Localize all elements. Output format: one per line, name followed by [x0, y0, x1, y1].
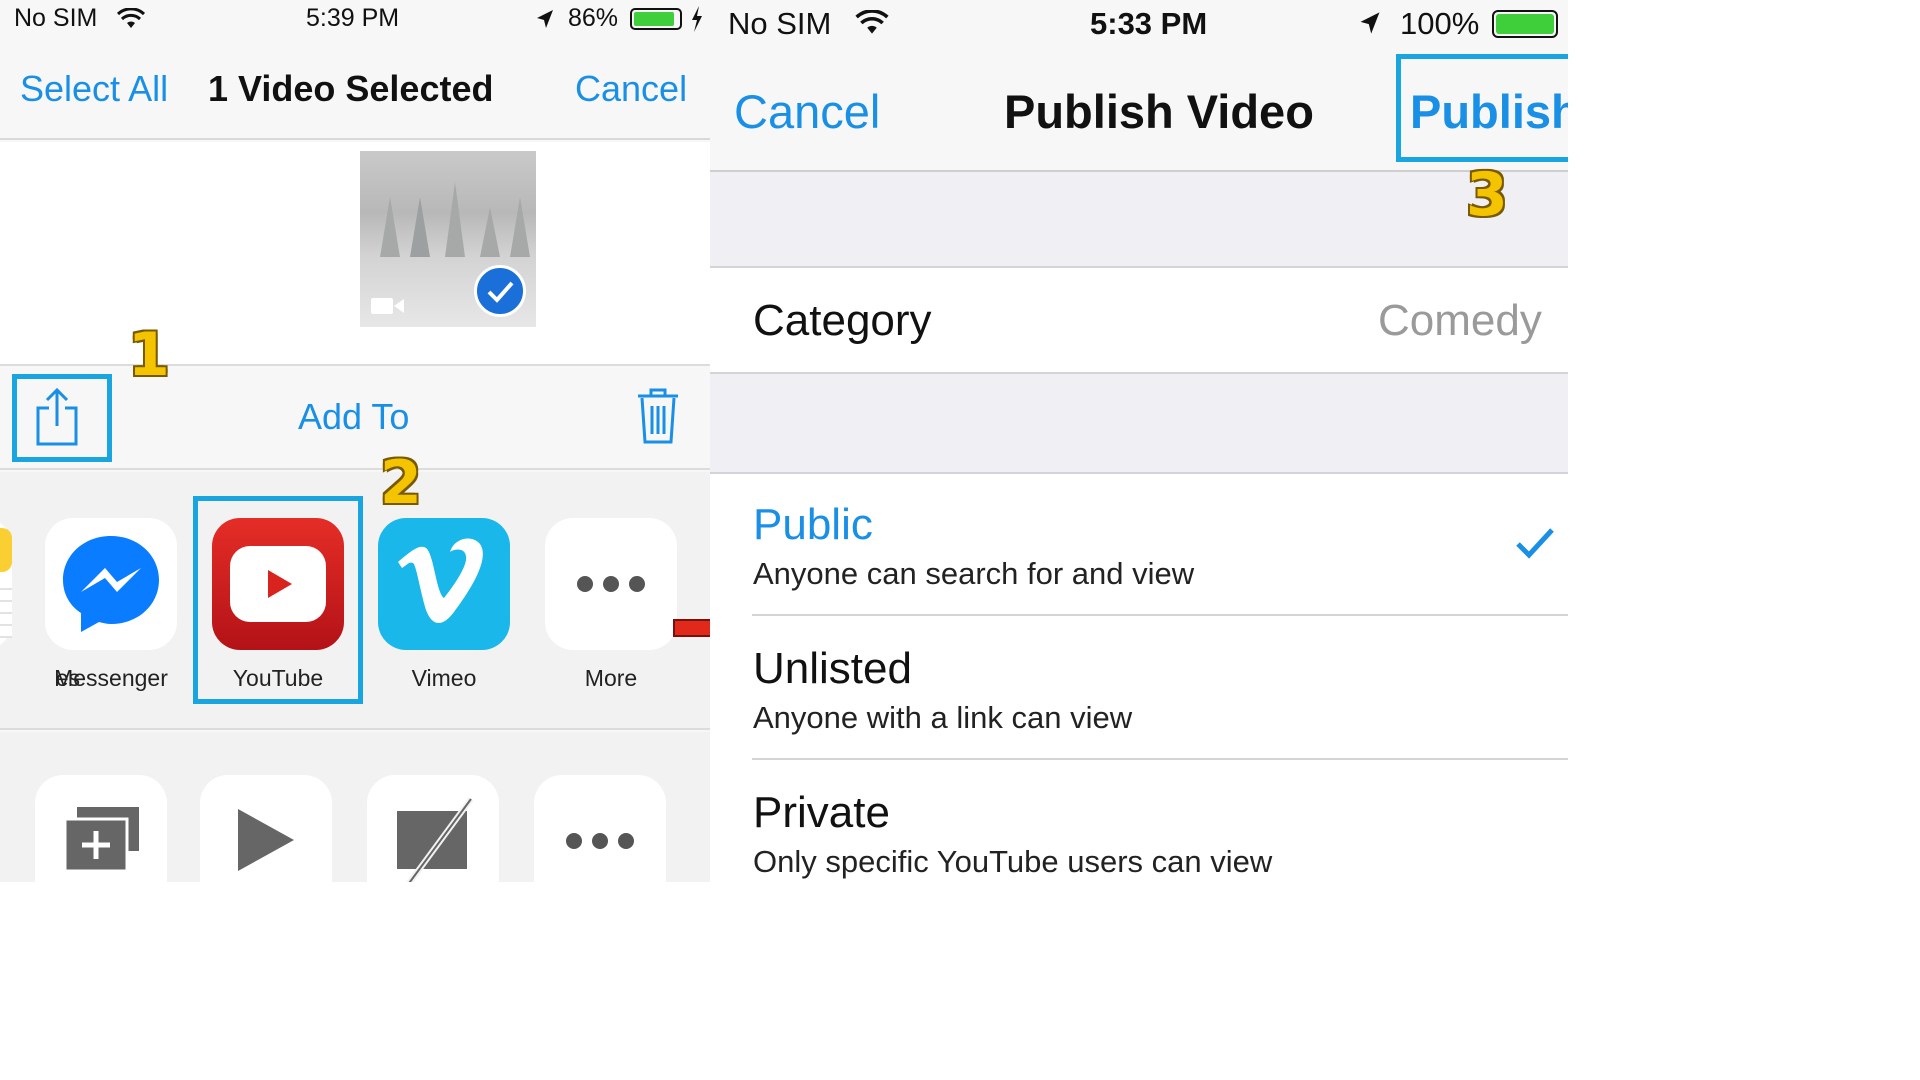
carrier-label: No SIM — [14, 4, 98, 32]
option-title: Unlisted — [753, 644, 912, 693]
action-more[interactable] — [534, 775, 666, 882]
status-bar: No SIM 5:39 PM 86% — [0, 0, 710, 40]
location-arrow-icon — [1360, 12, 1380, 34]
carrier-label: No SIM — [728, 6, 832, 41]
clock: 5:33 PM — [1090, 6, 1208, 41]
action-add-to-album[interactable] — [35, 775, 167, 882]
action-slideshow[interactable] — [200, 775, 332, 882]
page-title: 1 Video Selected — [208, 68, 494, 109]
video-camera-icon — [371, 298, 404, 314]
battery-icon — [630, 8, 682, 30]
category-value: Comedy — [1378, 296, 1542, 345]
share-app-vimeo[interactable] — [378, 518, 510, 650]
privacy-option-public[interactable]: Public Anyone can search for and view — [710, 474, 1568, 614]
share-app-more[interactable] — [545, 518, 677, 650]
navigation-bar: Select All 1 Video Selected Cancel — [0, 40, 710, 140]
add-to-button[interactable]: Add To — [298, 396, 409, 438]
publish-highlight-box — [1396, 54, 1568, 162]
category-label: Category — [753, 296, 932, 345]
category-row[interactable]: Category Comedy — [710, 266, 1568, 374]
more-icon — [566, 833, 634, 849]
option-title: Public — [753, 500, 873, 549]
photo-grid — [0, 142, 710, 364]
share-app-messenger[interactable] — [45, 518, 177, 650]
share-app-label: More — [584, 665, 638, 691]
action-airplay[interactable] — [367, 775, 499, 882]
cancel-button[interactable]: Cancel — [575, 68, 687, 110]
privacy-option-unlisted[interactable]: Unlisted Anyone with a link can view — [710, 616, 1568, 758]
messenger-icon — [63, 536, 159, 632]
play-icon — [238, 809, 294, 871]
battery-percent: 100% — [1400, 6, 1480, 41]
privacy-option-private[interactable]: Private Only specific YouTube users can … — [710, 760, 1568, 882]
step-1-label: 1 — [128, 320, 170, 390]
more-icon — [577, 576, 645, 592]
checkmark-icon — [1516, 528, 1554, 559]
airplay-off-icon — [397, 797, 474, 882]
location-arrow-icon — [537, 10, 553, 28]
clock: 5:39 PM — [306, 4, 400, 32]
trash-icon[interactable] — [636, 386, 680, 446]
charging-bolt-icon — [692, 6, 702, 32]
option-subtitle: Only specific YouTube users can view — [753, 844, 1273, 879]
share-app-notes[interactable] — [0, 518, 12, 650]
left-phone-screen: No SIM 5:39 PM 86% Select All 1 Video Se… — [0, 0, 710, 882]
wifi-icon — [116, 8, 146, 28]
step-2-label: 2 — [380, 448, 422, 518]
page-title: Publish Video — [1004, 85, 1314, 138]
share-highlight-box — [12, 374, 112, 462]
add-to-album-icon — [63, 807, 139, 873]
wifi-icon — [855, 10, 889, 34]
option-subtitle: Anyone with a link can view — [753, 700, 1133, 735]
status-bar: No SIM 5:33 PM 100% — [710, 0, 1568, 48]
select-all-button[interactable]: Select All — [20, 68, 168, 110]
vimeo-icon — [398, 538, 483, 624]
option-title: Private — [753, 788, 890, 837]
step-3-label: 3 — [1466, 160, 1508, 230]
share-app-label: Vimeo — [411, 665, 477, 691]
youtube-highlight-box — [193, 496, 363, 704]
selected-check-icon — [474, 265, 526, 317]
share-app-label: Messenger — [54, 665, 168, 691]
cancel-button[interactable]: Cancel — [734, 84, 880, 139]
notes-icon — [0, 528, 12, 572]
battery-icon — [1492, 10, 1558, 38]
battery-percent: 86% — [568, 4, 619, 32]
option-subtitle: Anyone can search for and view — [753, 556, 1195, 591]
right-phone-screen: No SIM 5:33 PM 100% Cancel Publish Video… — [710, 0, 1568, 882]
